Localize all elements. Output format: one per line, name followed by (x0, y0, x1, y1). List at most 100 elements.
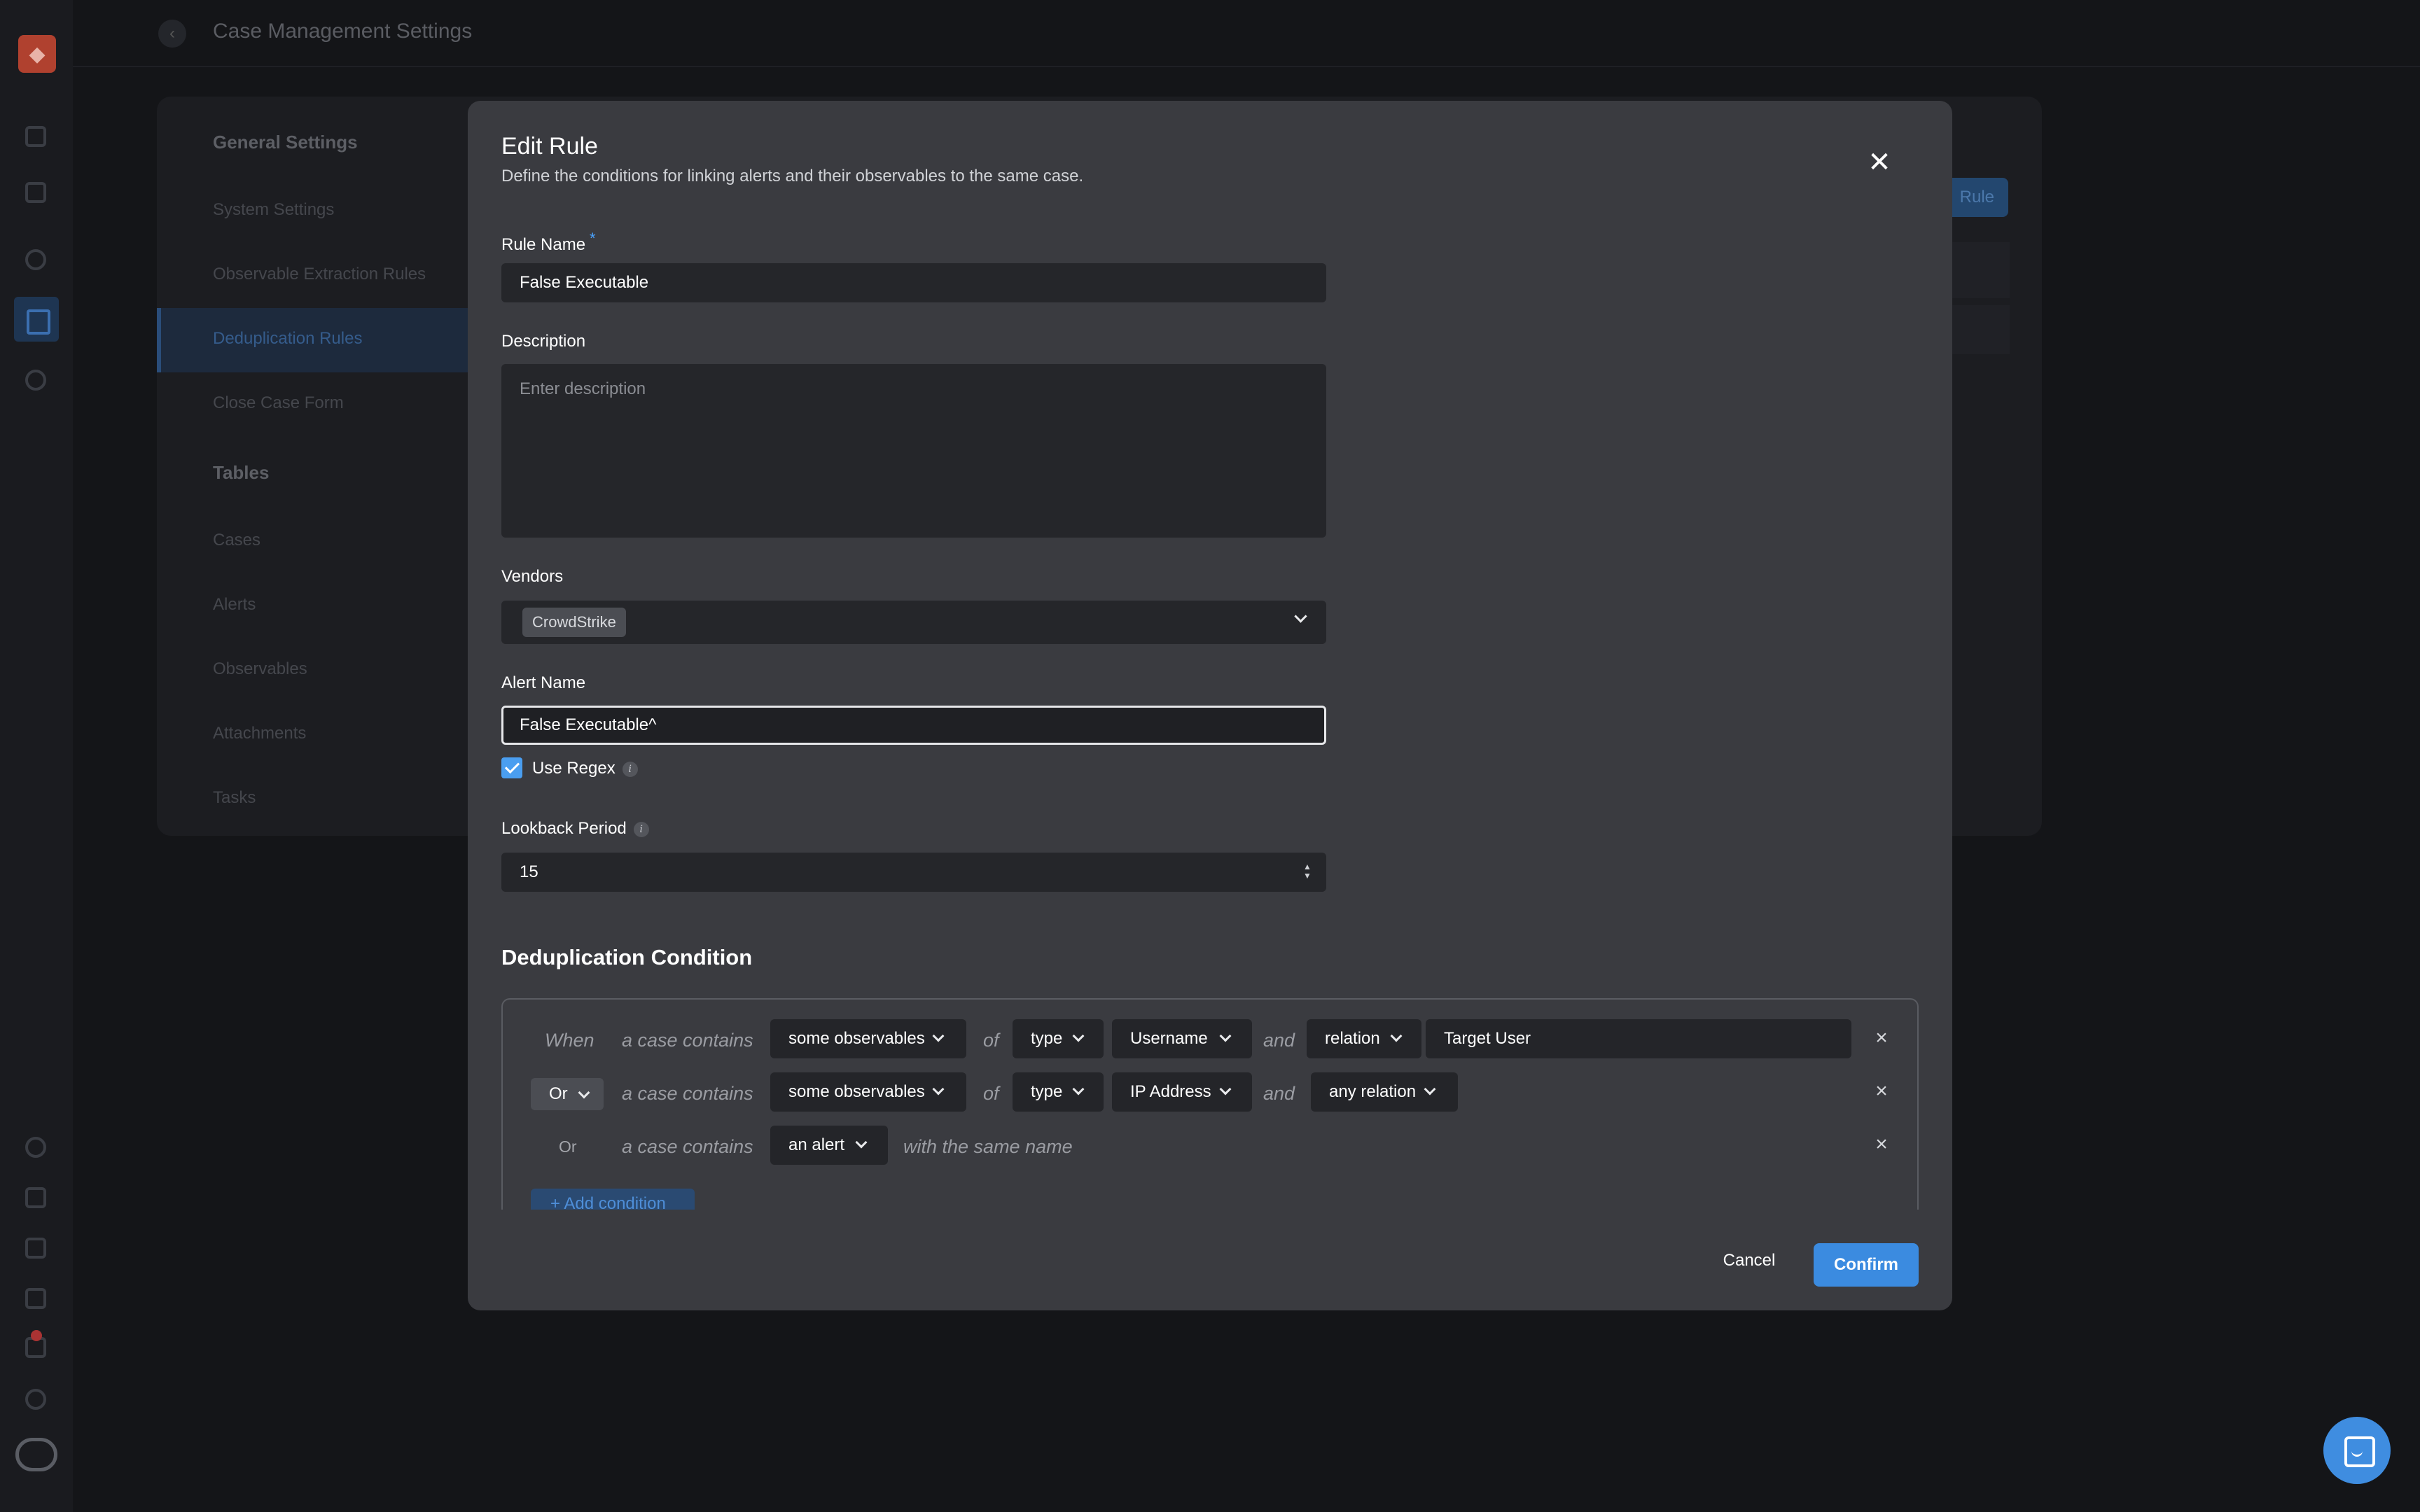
back-arrow-icon[interactable]: ‹ (158, 20, 186, 48)
lookback-number-input[interactable]: 15 ▲ ▼ (501, 853, 1326, 892)
chevron-down-icon (932, 1030, 945, 1042)
alert-name-label: Alert Name (501, 673, 586, 692)
rule-name-label-text: Rule Name (501, 235, 586, 254)
or-operator-dropdown[interactable]: Or (531, 1078, 604, 1110)
target-value: some observables (788, 1082, 925, 1101)
top-bar: ‹ Case Management Settings (73, 0, 2420, 67)
case-contains-text: a case contains (622, 1030, 753, 1051)
chevron-down-icon (932, 1083, 945, 1096)
relation-dropdown[interactable]: any relation (1311, 1072, 1458, 1112)
relation-value-input[interactable]: Target User (1426, 1019, 1851, 1058)
nav-attachments[interactable]: Attachments (213, 724, 306, 743)
nav-settings-icon[interactable] (25, 370, 46, 391)
cancel-button[interactable]: Cancel (1713, 1243, 1786, 1278)
target-value: some observables (788, 1029, 925, 1048)
left-nav-rail: ◆ (0, 0, 73, 1512)
attribute-dropdown[interactable]: type (1013, 1072, 1104, 1112)
confirm-button[interactable]: Confirm (1814, 1243, 1919, 1287)
relation-attr: any relation (1329, 1082, 1417, 1101)
and-text: and (1263, 1083, 1295, 1104)
nav-cases-icon[interactable] (14, 297, 59, 342)
relation-dropdown[interactable]: relation (1307, 1019, 1421, 1058)
edit-rule-modal: Edit Rule Define the conditions for link… (468, 101, 1952, 1310)
use-regex-checkbox[interactable] (501, 757, 522, 778)
same-name-text: with the same name (903, 1136, 1073, 1157)
chevron-down-icon (1390, 1030, 1403, 1042)
nav-shield-icon[interactable] (25, 249, 46, 270)
description-textarea[interactable]: Enter description (501, 364, 1326, 538)
chevron-down-icon (1294, 610, 1307, 623)
relation-attr: relation (1325, 1029, 1380, 1048)
of-text: of (983, 1030, 999, 1051)
remove-condition-icon[interactable]: × (1871, 1134, 1892, 1155)
modal-title: Edit Rule (501, 133, 598, 160)
notification-dot (31, 1330, 42, 1341)
use-regex-label: Use Regex i (532, 759, 638, 778)
app-logo[interactable]: ◆ (18, 35, 56, 73)
alert-name-input[interactable]: False Executable^ (501, 706, 1326, 745)
nav-briefcase-icon[interactable] (25, 1238, 46, 1259)
tables-heading: Tables (213, 462, 270, 483)
case-contains-text: a case contains (622, 1083, 753, 1104)
nav-close-case-form[interactable]: Close Case Form (213, 393, 344, 413)
target-dropdown[interactable]: an alert (770, 1126, 888, 1165)
chevron-down-icon (1424, 1083, 1436, 1096)
attribute-dropdown[interactable]: type (1013, 1019, 1104, 1058)
table-row (1947, 305, 2010, 354)
app-root: ◆ ‹ Case Management Settings General Set… (0, 0, 2420, 1512)
or-operator-value: Or (549, 1084, 568, 1103)
stepper-arrows-icon[interactable]: ▲ ▼ (1302, 862, 1312, 882)
nav-history-icon[interactable] (25, 1137, 46, 1158)
type-dropdown[interactable]: IP Address (1112, 1072, 1252, 1112)
lookback-value: 15 (520, 862, 538, 881)
target-value: an alert (788, 1135, 845, 1154)
nav-deduplication-rules-label: Deduplication Rules (213, 329, 363, 348)
info-icon[interactable]: i (633, 821, 649, 837)
condition-row: Or a case contains an alert with the sam… (503, 1126, 1917, 1168)
type-value: Username (1130, 1029, 1208, 1048)
target-dropdown[interactable]: some observables (770, 1019, 966, 1058)
nav-inbox-icon[interactable] (25, 182, 46, 203)
vendor-chip[interactable]: CrowdStrike (522, 608, 626, 637)
avatar[interactable] (15, 1438, 57, 1471)
condition-row: When a case contains some observables of… (503, 1019, 1917, 1061)
nav-docs-icon[interactable] (25, 1288, 46, 1309)
nav-cases[interactable]: Cases (213, 531, 260, 550)
remove-condition-icon[interactable]: × (1871, 1028, 1892, 1049)
chevron-down-icon (1219, 1083, 1232, 1096)
dedup-section-title: Deduplication Condition (501, 945, 753, 969)
nav-observables[interactable]: Observables (213, 659, 307, 679)
page-title: Case Management Settings (213, 20, 473, 43)
type-dropdown[interactable]: Username (1112, 1019, 1252, 1058)
info-icon[interactable]: i (622, 761, 638, 777)
modal-subtitle: Define the conditions for linking alerts… (501, 167, 1084, 186)
nav-alerts[interactable]: Alerts (213, 595, 256, 615)
rule-name-input[interactable]: False Executable (501, 263, 1326, 302)
type-value: IP Address (1130, 1082, 1211, 1101)
target-dropdown[interactable]: some observables (770, 1072, 966, 1112)
chat-support-icon[interactable] (2323, 1417, 2391, 1484)
conditions-box: When a case contains some observables of… (501, 998, 1919, 1210)
chevron-down-icon (1219, 1030, 1232, 1042)
vendors-select[interactable]: CrowdStrike (501, 601, 1326, 644)
nav-tasks[interactable]: Tasks (213, 788, 256, 808)
close-icon[interactable]: ✕ (1864, 147, 1895, 178)
table-row (1947, 242, 2010, 298)
use-regex-label-text: Use Regex (532, 759, 616, 778)
add-condition-button[interactable]: + Add condition (531, 1189, 695, 1210)
nav-observable-extraction-rules[interactable]: Observable Extraction Rules (213, 265, 426, 284)
chevron-down-icon (1072, 1083, 1085, 1096)
nav-users-icon[interactable] (25, 1187, 46, 1208)
when-label: When (545, 1030, 594, 1051)
nav-menu-icon[interactable] (25, 126, 46, 147)
attribute-value: type (1031, 1082, 1063, 1101)
attribute-value: type (1031, 1029, 1063, 1048)
remove-condition-icon[interactable]: × (1871, 1081, 1892, 1102)
lookback-label-text: Lookback Period (501, 819, 627, 838)
lookback-label: Lookback Period i (501, 819, 649, 839)
general-settings-heading: General Settings (213, 132, 358, 153)
vendors-label: Vendors (501, 567, 564, 586)
nav-help-icon[interactable] (25, 1389, 46, 1410)
nav-system-settings[interactable]: System Settings (213, 200, 334, 220)
or-label: Or (559, 1138, 577, 1156)
